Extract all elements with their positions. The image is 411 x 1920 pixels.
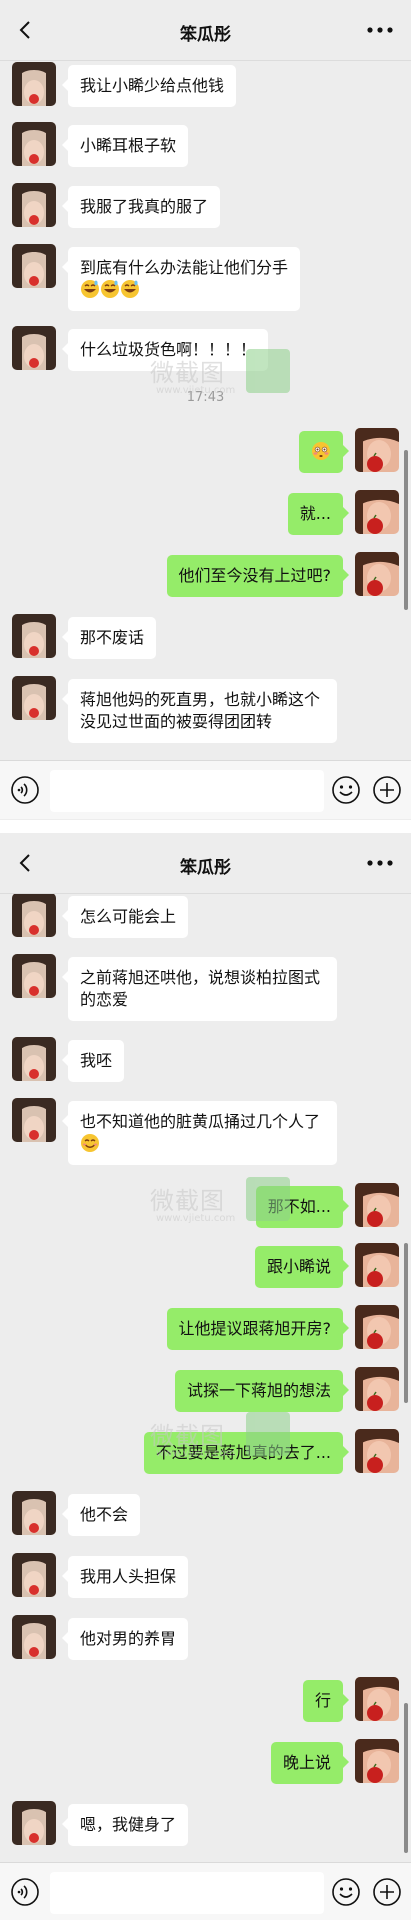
emoji-icon[interactable] — [331, 775, 361, 805]
avatar[interactable] — [12, 954, 56, 998]
chat-screen-top: 笨瓜彤 我让小睎少给点他钱 小睎耳根子软 我服了我真的服了 到底有什么办法能让他… — [0, 0, 411, 820]
scrollbar[interactable] — [404, 450, 408, 610]
chat-header: 笨瓜彤 — [0, 833, 411, 894]
message-input[interactable] — [50, 1872, 324, 1914]
grinning-sweat-emoji — [81, 280, 99, 298]
avatar[interactable] — [12, 244, 56, 288]
emoji-icon[interactable] — [331, 1877, 361, 1907]
watermark-title: 微截图 — [150, 1187, 225, 1215]
avatar[interactable] — [12, 62, 56, 106]
input-bar — [0, 1862, 411, 1920]
message-bubble[interactable]: 那不废话 — [61, 617, 157, 659]
message-bubble[interactable]: 试探一下蒋旭的想法 — [174, 1370, 350, 1412]
message-bubble[interactable]: 让他提议跟蒋旭开房? — [166, 1308, 349, 1350]
message-timestamp: 17:43 — [186, 390, 225, 405]
avatar[interactable] — [12, 1615, 56, 1659]
avatar[interactable] — [355, 1367, 399, 1411]
voice-icon[interactable] — [10, 1877, 40, 1907]
message-bubble[interactable]: 他不会 — [61, 1494, 141, 1536]
message-bubble[interactable]: 跟小睎说 — [254, 1246, 350, 1288]
more-dots-icon[interactable] — [367, 27, 393, 33]
avatar[interactable] — [355, 1243, 399, 1287]
avatar[interactable] — [355, 428, 399, 472]
avatar[interactable] — [355, 1183, 399, 1227]
avatar[interactable] — [12, 1801, 56, 1845]
message-bubble[interactable]: 怎么可能会上 — [61, 896, 189, 938]
message-text: 到底有什么办法能让他们分手 — [80, 258, 289, 277]
chat-header: 笨瓜彤 — [0, 0, 411, 61]
message-bubble[interactable]: 嗯，我健身了 — [61, 1804, 189, 1846]
message-bubble[interactable]: 我呸 — [61, 1040, 125, 1082]
voice-icon[interactable] — [10, 775, 40, 805]
message-input[interactable] — [50, 770, 324, 812]
message-bubble[interactable]: 小睎耳根子软 — [61, 125, 189, 167]
message-bubble[interactable]: 他对男的养胃 — [61, 1618, 189, 1660]
message-bubble[interactable]: 他们至今没有上过吧? — [166, 555, 349, 597]
avatar[interactable] — [355, 552, 399, 596]
avatar[interactable] — [12, 326, 56, 370]
message-bubble[interactable]: 什么垃圾货色啊！！！！ — [61, 329, 269, 371]
scrollbar[interactable] — [404, 1243, 408, 1403]
avatar[interactable] — [12, 1553, 56, 1597]
chat-title: 笨瓜彤 — [180, 858, 231, 878]
plus-icon[interactable] — [372, 1877, 402, 1907]
watermark-url: www.vjietu.com — [156, 1213, 236, 1224]
avatar[interactable] — [12, 1037, 56, 1081]
plus-icon[interactable] — [372, 775, 402, 805]
avatar[interactable] — [12, 122, 56, 166]
scrollbar[interactable] — [404, 1703, 408, 1853]
message-bubble[interactable]: 我让小睎少给点他钱 — [61, 65, 237, 107]
smile-emoji — [81, 1134, 99, 1152]
screenshot-separator — [0, 820, 411, 833]
message-text: 也不知道他的脏黄瓜捅过几个人了 — [80, 1112, 321, 1131]
avatar[interactable] — [355, 1739, 399, 1783]
avatar[interactable] — [355, 490, 399, 534]
message-bubble[interactable]: 我服了我真的服了 — [61, 186, 221, 228]
avatar[interactable] — [12, 614, 56, 658]
message-bubble[interactable]: 我用人头担保 — [61, 1556, 189, 1598]
message-bubble[interactable]: 蒋旭他妈的死直男，也就小睎这个没见过世面的被耍得团团转 — [62, 679, 337, 743]
chat-title: 笨瓜彤 — [180, 25, 231, 45]
avatar[interactable] — [12, 676, 56, 720]
message-bubble[interactable]: 行 — [302, 1680, 350, 1722]
avatar[interactable] — [355, 1305, 399, 1349]
chat-screen-bottom: 笨瓜彤 怎么可能会上 之前蒋旭还哄他，说想谈柏拉图式的恋爱 我呸 也不知道他的脏… — [0, 833, 411, 1920]
message-bubble[interactable]: 到底有什么办法能让他们分手 — [61, 247, 301, 311]
grinning-sweat-emoji — [101, 280, 119, 298]
avatar[interactable] — [12, 1491, 56, 1535]
message-bubble[interactable]: 也不知道他的脏黄瓜捅过几个人了 — [62, 1101, 337, 1165]
avatar[interactable] — [12, 1098, 56, 1142]
message-bubble[interactable]: 就... — [287, 493, 350, 535]
avatar[interactable] — [12, 893, 56, 937]
avatar[interactable] — [355, 1677, 399, 1721]
flushed-face-emoji — [312, 442, 330, 460]
grinning-sweat-emoji — [121, 280, 139, 298]
avatar[interactable] — [12, 183, 56, 227]
message-bubble[interactable]: 不过要是蒋旭真的去了... — [143, 1432, 350, 1474]
more-dots-icon[interactable] — [367, 860, 393, 866]
avatar[interactable] — [355, 1429, 399, 1473]
message-bubble[interactable]: 之前蒋旭还哄他，说想谈柏拉图式的恋爱 — [62, 957, 337, 1021]
message-bubble[interactable] — [299, 431, 349, 473]
input-bar — [0, 760, 411, 819]
message-bubble[interactable]: 那不如... — [255, 1186, 350, 1228]
message-bubble[interactable]: 晚上说 — [270, 1742, 350, 1784]
